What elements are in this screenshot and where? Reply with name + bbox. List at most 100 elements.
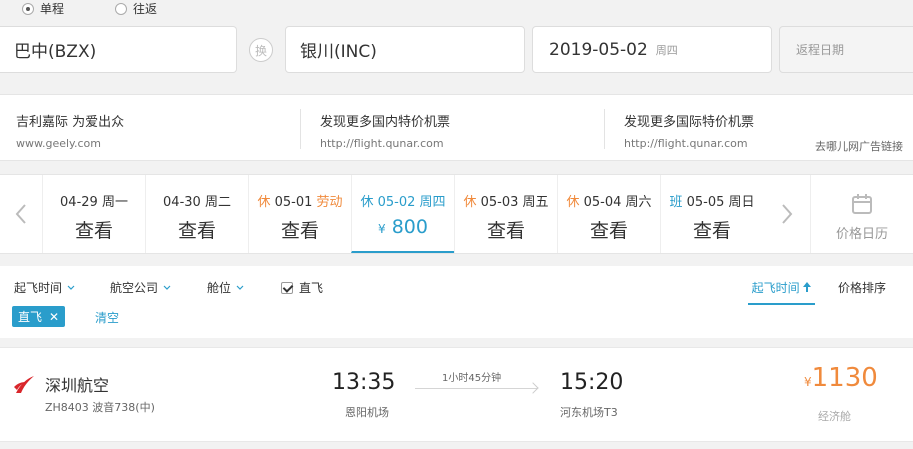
currency-symbol: ¥	[378, 222, 386, 236]
arrow-up-icon	[803, 282, 812, 292]
filter-label: 起飞时间	[14, 281, 63, 295]
weekday-label: 周四	[419, 195, 446, 210]
ad-url: http://flight.qunar.com	[624, 137, 748, 150]
date-cell[interactable]: 休 05-03 周五 查看	[454, 175, 557, 253]
one-way-radio[interactable]: 单程	[22, 0, 64, 17]
chevron-left-icon	[15, 204, 26, 224]
date-cell[interactable]: 班 05-05 周日 查看	[660, 175, 763, 253]
holiday-tag: 休	[257, 195, 271, 210]
weekday-label: 周日	[728, 195, 755, 210]
workday-tag: 班	[669, 195, 683, 210]
airline-logo-icon	[14, 376, 34, 393]
to-city-value: 银川(INC)	[300, 42, 377, 62]
one-way-label: 单程	[40, 2, 65, 16]
date-cell[interactable]: 休 05-04 周六 查看	[557, 175, 660, 253]
clear-filters-link[interactable]: 清空	[95, 309, 119, 326]
chevron-down-icon	[236, 285, 244, 290]
round-trip-label: 往返	[133, 2, 158, 16]
date-price: 查看	[280, 220, 319, 242]
weekday-label: 周一	[101, 195, 128, 210]
next-dates-button[interactable]	[766, 175, 808, 253]
divider	[300, 109, 301, 149]
close-icon[interactable]: ✕	[49, 310, 59, 324]
airline-name: 深圳航空	[45, 376, 110, 395]
trip-type-selector: 单程 往返	[0, 0, 913, 18]
depart-date-field[interactable]: 2019-05-02 周四	[532, 26, 772, 73]
ad-url: http://flight.qunar.com	[320, 137, 444, 150]
date-strip: 04-29 周一 查看 04-30 周二 查看 休 05-01 劳动 查看 休 …	[0, 174, 913, 254]
date-price: 查看	[692, 220, 731, 242]
flight-price[interactable]: ¥1130	[804, 363, 878, 393]
flight-number: ZH8403 波音738(中)	[45, 401, 155, 414]
arrive-time: 15:20	[560, 370, 624, 395]
checkbox-checked-icon	[281, 281, 293, 294]
sort-by-price-button[interactable]: 价格排序	[838, 279, 886, 296]
filter-label: 舱位	[207, 281, 232, 295]
date-price: 800	[391, 216, 428, 238]
weekday-label: 周二	[204, 195, 231, 210]
holiday-tag: 休	[463, 195, 477, 210]
date-cell[interactable]: 休 05-01 劳动 查看	[248, 175, 351, 253]
from-city-value: 巴中(BZX)	[14, 42, 97, 62]
date-cell[interactable]: 04-29 周一 查看	[42, 175, 145, 253]
flight-duration: 1小时45分钟	[442, 373, 502, 384]
depart-time: 13:35	[332, 370, 396, 395]
ad-title: 吉利嘉际 为爱出众	[16, 115, 125, 130]
date-price: 查看	[589, 220, 628, 242]
divider	[604, 109, 605, 149]
return-date-field[interactable]: 返程日期	[779, 26, 913, 73]
chevron-down-icon	[67, 285, 75, 290]
ad-link-international[interactable]: 发现更多国际特价机票 http://flight.qunar.com	[624, 111, 754, 150]
depart-airport: 恩阳机场	[345, 406, 389, 419]
date-price: 查看	[74, 220, 113, 242]
ad-url: www.geely.com	[16, 137, 101, 150]
to-city-field[interactable]: 银川(INC)	[285, 26, 525, 73]
prev-dates-button[interactable]	[0, 175, 42, 253]
round-trip-radio[interactable]: 往返	[115, 0, 157, 17]
radio-dot-icon	[115, 2, 127, 15]
ad-banner: 吉利嘉际 为爱出众 www.geely.com 发现更多国内特价机票 http:…	[0, 94, 913, 161]
date-label: 04-29	[60, 195, 98, 210]
depart-date-value: 2019-05-02	[549, 39, 648, 60]
date-label: 05-02	[377, 195, 416, 210]
date-cell[interactable]: 04-30 周二 查看	[145, 175, 248, 253]
date-label: 05-05	[686, 195, 725, 210]
date-price: 查看	[486, 220, 525, 242]
ad-link-domestic[interactable]: 发现更多国内特价机票 http://flight.qunar.com	[320, 111, 450, 150]
flight-row[interactable]: 深圳航空 ZH8403 波音738(中) 13:35 恩阳机场 1小时45分钟 …	[0, 347, 913, 442]
date-label: 05-03	[480, 195, 519, 210]
chevron-down-icon	[163, 285, 171, 290]
from-city-field[interactable]: 巴中(BZX)	[0, 26, 237, 73]
return-date-placeholder: 返程日期	[796, 43, 845, 57]
filter-label: 直飞	[299, 281, 324, 295]
date-cell-selected[interactable]: 休 05-02 周四 ¥800	[351, 175, 454, 253]
holiday-name: 劳动	[316, 195, 343, 210]
ad-source-link[interactable]: 去哪儿网广告链接	[815, 138, 903, 154]
currency-symbol: ¥	[804, 375, 812, 389]
price-calendar-button[interactable]: 价格日历	[810, 175, 913, 253]
radio-dot-icon	[22, 2, 34, 15]
cabin-class-note: 经济舱	[818, 410, 851, 423]
sort-label: 起飞时间	[751, 281, 800, 295]
date-price: 查看	[177, 220, 216, 242]
weekday-label: 周六	[625, 195, 652, 210]
filter-label: 航空公司	[110, 281, 159, 295]
chevron-right-icon	[782, 204, 793, 224]
sort-by-depart-time-button[interactable]: 起飞时间	[748, 279, 815, 305]
arrow-right-icon	[527, 382, 539, 394]
holiday-tag: 休	[566, 195, 580, 210]
depart-time-filter[interactable]: 起飞时间	[14, 279, 75, 296]
airline-filter[interactable]: 航空公司	[110, 279, 171, 296]
ad-link-geely[interactable]: 吉利嘉际 为爱出众 www.geely.com	[16, 111, 124, 150]
calendar-icon	[852, 194, 872, 214]
ad-title: 发现更多国内特价机票	[320, 115, 451, 130]
active-filter-chip[interactable]: 直飞 ✕	[12, 306, 66, 327]
weekday-label: 周五	[522, 195, 549, 210]
price-value: 1130	[811, 363, 878, 393]
depart-weekday: 周四	[655, 43, 678, 57]
date-label: 04-30	[163, 195, 201, 210]
cabin-filter[interactable]: 舱位	[207, 279, 244, 296]
duration-line	[415, 388, 537, 389]
direct-checkbox[interactable]: 直飞	[281, 279, 323, 296]
swap-cities-button[interactable]: 换	[249, 38, 273, 62]
